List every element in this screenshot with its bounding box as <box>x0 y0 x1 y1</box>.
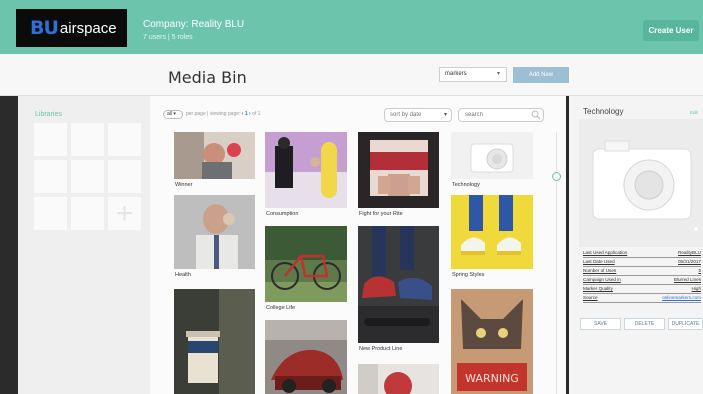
meta-row: Last Used Application RealityBLU <box>583 250 701 258</box>
meta-key: Number of Uses <box>583 268 617 273</box>
meta-key: Campaign Used in <box>583 277 621 282</box>
meta-row: Campaign Used in Blurred Lines <box>583 277 701 285</box>
svg-text:WARNING: WARNING <box>465 372 519 385</box>
pagination-prefix: per page | viewing page: <box>186 111 242 117</box>
media-thumbnail <box>265 132 347 208</box>
media-card[interactable]: Winner <box>174 132 255 190</box>
media-thumbnail <box>358 226 439 343</box>
media-card[interactable]: Consumption <box>265 132 347 220</box>
search-icon[interactable] <box>531 110 541 120</box>
meta-key: Marker Quality <box>583 286 613 291</box>
media-thumbnail <box>174 195 255 269</box>
library-tile[interactable] <box>34 123 67 156</box>
meta-value: High <box>691 286 701 291</box>
meta-value: 05/31/2017 <box>678 259 701 264</box>
media-caption: Spring Styles <box>452 272 485 278</box>
meta-row: Last Date Used 05/31/2017 <box>583 259 701 267</box>
chevron-down-icon: ▾ <box>443 112 447 118</box>
media-caption: New Product Line <box>359 346 403 352</box>
media-card[interactable]: Health <box>174 195 255 279</box>
chevron-down-icon: ▾ <box>496 71 500 77</box>
media-card[interactable]: WARNING <box>451 289 533 394</box>
library-tile[interactable] <box>34 160 67 193</box>
scroll-handle[interactable] <box>552 172 561 181</box>
add-new-button[interactable]: Add New <box>513 67 569 83</box>
detail-title: Technology <box>583 107 624 116</box>
library-tile[interactable] <box>34 197 67 230</box>
library-tile[interactable] <box>71 197 104 230</box>
page-header <box>0 54 703 96</box>
media-card[interactable] <box>174 289 255 394</box>
media-thumbnail <box>174 289 255 394</box>
media-thumbnail <box>358 364 439 394</box>
create-user-button[interactable]: Create User <box>643 20 699 41</box>
meta-value[interactable]: onlinemarkers.com <box>662 295 701 300</box>
marker-type-value: markers <box>445 71 467 77</box>
library-tile[interactable] <box>108 160 141 193</box>
media-card[interactable] <box>358 364 439 394</box>
media-thumbnail <box>265 320 347 394</box>
media-caption: Winner <box>175 182 193 188</box>
media-caption: Health <box>175 272 191 278</box>
pagination-suffix: of 1 <box>250 111 261 117</box>
save-button[interactable]: SAVE <box>580 318 621 330</box>
add-library-plus-icon[interactable]: + <box>108 197 141 230</box>
library-tile[interactable]: + <box>108 197 141 230</box>
page-title: Media Bin <box>168 68 247 87</box>
logo-mark: BU <box>30 17 59 39</box>
media-card[interactable]: College Life <box>265 226 347 315</box>
sort-value: sort by date <box>390 112 422 118</box>
duplicate-button[interactable]: DUPLICATE <box>668 318 703 330</box>
media-caption: Consumption <box>266 211 299 217</box>
delete-button[interactable]: DELETE <box>624 318 665 330</box>
library-tile[interactable] <box>71 160 104 193</box>
libraries-label: Libraries <box>35 111 62 118</box>
per-page-select[interactable]: all ▾ <box>163 110 183 119</box>
per-page-value: all <box>167 111 173 117</box>
media-caption: College Life <box>266 305 296 311</box>
brand-logo[interactable]: BU airspace <box>16 9 127 47</box>
meta-value: RealityBLU <box>678 250 701 255</box>
media-card[interactable]: New Product Line <box>358 226 439 357</box>
sort-select[interactable]: sort by date ▾ <box>384 108 452 122</box>
media-thumbnail: WARNING <box>451 289 533 394</box>
media-caption: Technology <box>452 182 480 188</box>
media-caption: Fight for your Rite <box>359 211 403 217</box>
page-current[interactable]: ‹ 1 › <box>242 111 251 117</box>
media-card[interactable]: Fight for your Rite <box>358 132 439 220</box>
media-thumbnail <box>451 195 533 269</box>
media-thumbnail <box>358 132 439 208</box>
media-card[interactable] <box>265 320 347 394</box>
meta-key: Source <box>583 295 598 300</box>
detail-image <box>579 119 703 247</box>
meta-value: Blurred Lines <box>673 277 701 282</box>
meta-row: Marker Quality High <box>583 286 701 294</box>
company-name: Company: Reality BLU <box>143 19 245 30</box>
edit-link[interactable]: Edit <box>690 110 698 115</box>
logo-text: airspace <box>59 19 117 37</box>
media-card[interactable]: Technology <box>451 132 533 190</box>
top-bar: BU airspace Company: Reality BLU 7 users… <box>0 0 703 54</box>
meta-key: Last Date Used <box>583 259 615 264</box>
meta-row: Source onlinemarkers.com <box>583 295 701 303</box>
meta-value: 5 <box>698 268 701 273</box>
library-tile[interactable] <box>108 123 141 156</box>
marker-type-select[interactable]: markers ▾ <box>439 67 507 82</box>
pagination-info: per page | viewing page: ‹ 1 › of 1 <box>186 111 260 117</box>
media-thumbnail <box>451 132 533 179</box>
meta-key: Last Used Application <box>583 250 628 255</box>
company-summary: 7 users | 5 roles <box>143 34 193 41</box>
meta-row: Number of Uses 5 <box>583 268 701 276</box>
media-thumbnail <box>174 132 255 179</box>
media-card[interactable]: Spring Styles <box>451 195 533 279</box>
media-thumbnail <box>265 226 347 302</box>
library-tile[interactable] <box>71 123 104 156</box>
